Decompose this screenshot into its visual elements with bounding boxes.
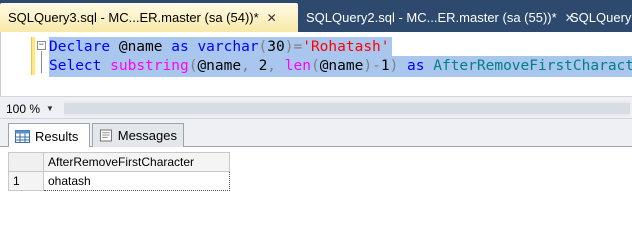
tab-sqlquery1[interactable]: SQLQuery1.s [562, 3, 632, 32]
keyword-as: as [407, 58, 425, 74]
results-grid: AfterRemoveFirstCharacter 1 ohatash [8, 152, 230, 191]
horizontal-scrollbar[interactable] [64, 101, 630, 116]
grid-icon [15, 129, 30, 143]
result-tab-strip: Results Messages [0, 119, 632, 148]
column-header[interactable]: AfterRemoveFirstCharacter [43, 152, 230, 172]
messages-icon [99, 129, 112, 142]
outline-line [41, 51, 42, 73]
tab-sqlquery2[interactable]: SQLQuery2.sql - MC...ER.master (sa (55))… [298, 3, 575, 32]
tab-label: SQLQuery2.sql - MC...ER.master (sa (55))… [306, 10, 557, 25]
tab-results-label: Results [35, 128, 79, 144]
column-alias: AfterRemoveFirstCharacter [433, 58, 632, 74]
tab-messages[interactable]: Messages [92, 123, 184, 147]
function-len: len [284, 58, 311, 74]
operator: ) [389, 58, 399, 74]
variable-name: @name [319, 58, 364, 74]
operator: , [267, 58, 277, 74]
collapse-icon[interactable]: − [37, 41, 46, 50]
number-literal: 1 [380, 58, 390, 74]
keyword-select: Select [49, 58, 102, 74]
tab-messages-label: Messages [117, 128, 177, 143]
code-line-2[interactable]: Select substring(@name, 2, len(@name)-1)… [49, 56, 632, 77]
query-editor[interactable]: − Declare @name as varchar(30)='Rohatash… [0, 32, 632, 96]
variable-name: @name [118, 39, 163, 55]
table-row: 1 ohatash [8, 171, 230, 191]
zoom-dropdown[interactable]: 100 % ▼ [6, 100, 60, 117]
scrollbar-thumb[interactable] [64, 103, 630, 114]
operator: , [241, 58, 250, 74]
change-margin [31, 32, 35, 96]
zoom-value: 100 % [6, 101, 41, 116]
operator: )= [284, 39, 303, 55]
tab-label: SQLQuery1.s [570, 10, 632, 25]
keyword-as: as [171, 39, 189, 55]
operator: ( [258, 39, 268, 55]
grid-header-row: AfterRemoveFirstCharacter [8, 152, 230, 172]
close-icon[interactable]: ✕ [267, 11, 277, 25]
tab-results[interactable]: Results [8, 123, 90, 148]
number-literal: 2 [258, 58, 268, 74]
type-size: 30 [267, 39, 285, 55]
chevron-down-icon[interactable]: ▼ [46, 104, 54, 113]
tab-label: SQLQuery3.sql - MC...ER.master (sa (54))… [8, 10, 259, 25]
keyword-varchar: varchar [197, 39, 259, 55]
keyword-declare: Declare [49, 39, 111, 55]
variable-name: @name [197, 58, 242, 74]
operator: )- [363, 58, 381, 74]
zoom-bar: 100 % ▼ [0, 96, 632, 119]
operator: ( [310, 58, 320, 74]
tab-sqlquery3[interactable]: SQLQuery3.sql - MC...ER.master (sa (54))… [0, 3, 298, 32]
function-substring: substring [110, 58, 189, 74]
grid-corner[interactable] [8, 152, 44, 172]
string-literal: 'Rohatash' [302, 39, 390, 55]
results-grid-area: AfterRemoveFirstCharacter 1 ohatash [0, 147, 632, 201]
code-line-1[interactable]: Declare @name as varchar(30)='Rohatash' [49, 37, 392, 58]
document-tab-strip: SQLQuery3.sql - MC...ER.master (sa (54))… [0, 0, 632, 32]
row-number[interactable]: 1 [8, 171, 44, 191]
grid-cell[interactable]: ohatash [43, 171, 230, 191]
